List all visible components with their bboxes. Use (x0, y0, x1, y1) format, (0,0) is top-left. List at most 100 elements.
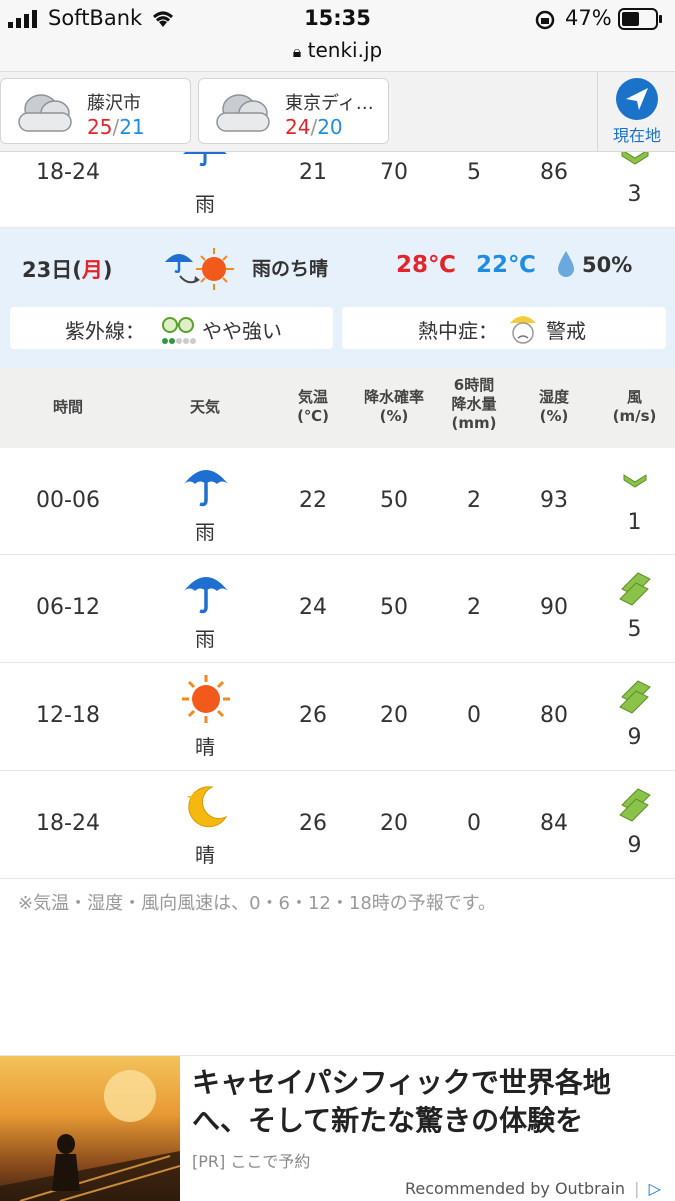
header-humidity: 湿度 (%) (538, 388, 569, 425)
high-temp: 25 (87, 115, 113, 139)
header-wind: 風 (m/s) (612, 388, 657, 425)
uv-sunglasses-icon (162, 317, 196, 344)
cloud-icon (216, 94, 270, 132)
table-row: 06-12 雨 24 50 2 90 5 (0, 555, 675, 663)
table-row: 18-24 晴 26 20 0 84 9 (0, 771, 675, 879)
row-wind-speed: 1 (627, 510, 642, 535)
row-humidity: 86 (540, 160, 568, 185)
outbrain-credit[interactable]: Recommended by Outbrain | ▷ (405, 1179, 661, 1198)
navigation-arrow-icon (616, 78, 658, 120)
row-precip-prob: 50 (380, 488, 408, 513)
ad-pr-line[interactable]: [PR] ここで予約 (192, 1148, 310, 1172)
location-name: 藤沢市 (87, 93, 141, 114)
wind-direction-icon (619, 788, 651, 822)
location-temps: 25/21 (87, 115, 145, 139)
lock-icon: 🔒︎ (292, 42, 302, 61)
row-time: 12-18 (36, 703, 100, 728)
row-temp: 22 (299, 488, 327, 513)
row-humidity: 84 (540, 811, 568, 836)
day-precip-prob: 50% (582, 253, 633, 277)
status-bar: SoftBank 15:35 🔒︎ tenki.jp 47% (0, 0, 675, 72)
day-weather: 雨のち晴 (252, 258, 329, 280)
uv-label: 紫外線： (65, 319, 145, 343)
cloud-icon (18, 94, 72, 132)
row-humidity: 80 (540, 703, 568, 728)
row-wind-speed: 9 (627, 725, 642, 750)
location-card-fujisawa[interactable]: 藤沢市 25/21 (0, 78, 191, 144)
row-precip-prob: 70 (380, 160, 408, 185)
row-weather: 雨 (195, 520, 215, 544)
address-bar[interactable]: 🔒︎ tenki.jp (0, 38, 675, 62)
day-low-temp: 22℃ (476, 252, 536, 278)
umbrella-icon (184, 470, 228, 507)
heatstroke-face-icon (510, 316, 536, 344)
location-temps: 24/20 (285, 115, 343, 139)
low-temp: 21 (119, 115, 145, 139)
day-high-temp: 28℃ (396, 252, 456, 278)
wind-direction-icon (623, 474, 647, 488)
rotation-lock-icon (535, 10, 555, 30)
row-weather: 晴 (195, 735, 215, 759)
wind-direction-icon (621, 152, 649, 165)
row-temp: 21 (299, 160, 327, 185)
current-location-label: 現在地 (612, 126, 661, 145)
header-temp: 気温 (℃) (297, 388, 329, 425)
wind-direction-icon (619, 572, 651, 606)
ad-photo-silhouette (0, 1070, 180, 1201)
row-time: 18-24 (36, 160, 100, 185)
current-location-button[interactable]: 現在地 (597, 72, 675, 152)
favorite-locations-bar: 藤沢市 25/21 東京ディ… 24/20 現在地 (0, 72, 675, 152)
sponsored-ad[interactable]: キャセイパシフィックで世界各地へ、そして新たな驚きの体験を [PR] ここで予約… (0, 1055, 675, 1201)
heatstroke-badge[interactable]: 熱中症： 警戒 (342, 307, 666, 349)
moon-icon (187, 786, 228, 828)
row-precip-mm: 2 (467, 488, 481, 513)
header-precip-mm: 6時間 降水量 (mm) (451, 376, 497, 432)
low-temp: 20 (317, 115, 343, 139)
uv-index-badge[interactable]: 紫外線： やや強い (10, 307, 333, 349)
uv-value: やや強い (202, 319, 282, 343)
heat-label: 熱中症： (418, 319, 498, 343)
location-name: 東京ディ… (285, 93, 374, 114)
raindrop-icon (558, 251, 574, 277)
row-temp: 26 (299, 811, 327, 836)
adchoices-icon[interactable]: ▷ (649, 1179, 661, 1198)
ad-headline[interactable]: キャセイパシフィックで世界各地へ、そして新たな驚きの体験を (192, 1064, 662, 1140)
row-precip-mm: 0 (467, 703, 481, 728)
location-card-tokyo-disney[interactable]: 東京ディ… 24/20 (198, 78, 389, 144)
wind-direction-icon (619, 680, 651, 714)
battery-icon (618, 8, 662, 30)
row-time: 18-24 (36, 811, 100, 836)
row-time: 06-12 (36, 595, 100, 620)
recommended-by: Recommended by Outbrain (405, 1179, 626, 1198)
heat-value: 警戒 (546, 319, 586, 343)
battery-percent: 47% (565, 6, 612, 30)
row-time: 00-06 (36, 488, 100, 513)
row-humidity: 90 (540, 595, 568, 620)
row-precip-mm: 2 (467, 595, 481, 620)
row-humidity: 93 (540, 488, 568, 513)
row-weather: 晴 (195, 843, 215, 867)
forecast-table-header: 時間 天気 気温 (℃) 降水確率 (%) 6時間 降水量 (mm) 湿度 (%) 風 (m… (0, 368, 675, 448)
sun-icon (182, 675, 230, 723)
row-wind-speed: 9 (627, 833, 642, 858)
row-precip-prob: 50 (380, 595, 408, 620)
row-weather: 雨 (195, 627, 215, 651)
umbrella-icon (183, 152, 227, 166)
forecast-footnote: ※気温・湿度・風向風速は、0・6・12・18時の予報です。 (18, 893, 496, 914)
url-text: tenki.jp (307, 38, 383, 62)
ad-pr-tag: [PR] (192, 1152, 226, 1171)
ad-thumbnail[interactable] (0, 1056, 180, 1201)
header-weather: 天気 (189, 398, 220, 416)
table-row: 12-18 晴 26 20 0 80 9 (0, 663, 675, 771)
weekday: 月 (81, 258, 103, 282)
high-temp: 24 (285, 115, 311, 139)
row-wind-speed: 5 (627, 617, 642, 642)
row-precip-mm: 0 (467, 811, 481, 836)
row-wind-speed: 3 (627, 182, 642, 207)
row-precip-mm: 5 (467, 160, 481, 185)
row-weather: 雨 (195, 192, 215, 216)
table-row: 00-06 雨 22 50 2 93 1 (0, 448, 675, 555)
row-precip-prob: 20 (380, 811, 408, 836)
table-row: 18-24 雨 21 70 5 86 3 (0, 152, 675, 228)
row-temp: 26 (299, 703, 327, 728)
